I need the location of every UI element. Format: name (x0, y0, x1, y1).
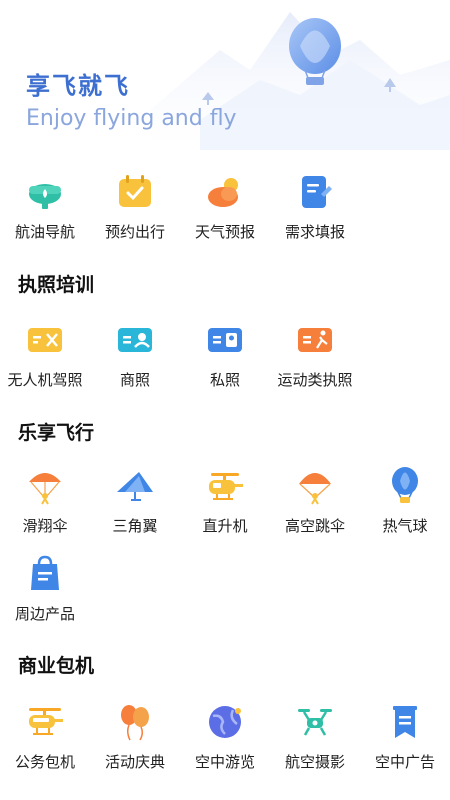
fuel-drop-icon (29, 184, 61, 209)
item-hot-air-balloon[interactable]: 热气球 (360, 466, 450, 536)
quick-action-demand-form[interactable]: 需求填报 (270, 172, 360, 242)
form-edit-icon (302, 176, 332, 208)
item-label: 无人机驾照 (7, 371, 83, 389)
camera-drone-icon (298, 709, 332, 736)
drone-license-icon (28, 328, 62, 352)
item-label: 高空跳伞 (284, 517, 345, 535)
helicopter-icon (209, 473, 243, 500)
quick-action-label: 天气预报 (194, 223, 255, 241)
item-label: 直升机 (202, 517, 248, 535)
banner-ad-icon (393, 706, 417, 738)
business-helicopter-icon (29, 708, 63, 735)
hero-banner: 享飞就飞 Enjoy flying and fly (0, 0, 450, 150)
section-title-enjoy-flying: 乐享飞行 (18, 422, 95, 444)
item-paraglider[interactable]: 滑翔伞 (0, 466, 90, 536)
item-hang-glider[interactable]: 三角翼 (90, 466, 180, 536)
item-label: 滑翔伞 (22, 517, 68, 535)
section-title-business-charter: 商业包机 (18, 655, 95, 677)
weather-sun-cloud-icon (208, 178, 238, 207)
item-label: 周边产品 (14, 605, 75, 623)
item-aerial-advertising[interactable]: 空中广告 (360, 702, 450, 772)
item-business-charter[interactable]: 公务包机 (0, 702, 90, 772)
item-air-sightseeing[interactable]: 空中游览 (180, 702, 270, 772)
commercial-license-icon (118, 328, 152, 352)
item-skydiving[interactable]: 高空跳伞 (270, 466, 360, 536)
shopping-bag-icon (31, 555, 59, 590)
item-label: 公务包机 (14, 753, 75, 771)
item-label: 三角翼 (112, 517, 158, 535)
item-event-celebration[interactable]: 活动庆典 (90, 702, 180, 772)
item-helicopter[interactable]: 直升机 (180, 466, 270, 536)
calendar-check-icon (119, 175, 151, 207)
skydiving-icon (299, 473, 331, 505)
item-sport-license[interactable]: 运动类执照 (270, 320, 360, 390)
sport-license-icon (298, 328, 332, 352)
item-label: 商照 (119, 371, 150, 389)
item-label: 运动类执照 (277, 371, 353, 389)
item-private-license[interactable]: 私照 (180, 320, 270, 390)
hero-subtitle: Enjoy flying and fly (26, 106, 237, 131)
hang-glider-icon (117, 472, 153, 501)
item-merchandise[interactable]: 周边产品 (0, 554, 90, 624)
private-license-icon (208, 328, 242, 352)
section-title-license-training: 执照培训 (18, 274, 95, 296)
item-commercial-license[interactable]: 商照 (90, 320, 180, 390)
quick-action-booking[interactable]: 预约出行 (90, 172, 180, 242)
item-label: 活动庆典 (104, 753, 165, 771)
balloons-icon (121, 705, 149, 741)
item-aerial-photography[interactable]: 航空摄影 (270, 702, 360, 772)
paraglider-icon (29, 473, 61, 505)
item-drone-license[interactable]: 无人机驾照 (0, 320, 90, 390)
globe-icon (209, 706, 241, 738)
quick-action-label: 航油导航 (14, 223, 75, 241)
hot-air-balloon-icon (392, 467, 418, 503)
quick-action-weather[interactable]: 天气预报 (180, 172, 270, 242)
item-label: 私照 (209, 371, 240, 389)
quick-action-label: 需求填报 (284, 223, 345, 241)
hero-title: 享飞就飞 (26, 72, 130, 100)
item-label: 热气球 (382, 517, 428, 535)
quick-action-label: 预约出行 (104, 223, 165, 241)
quick-action-fuel-navigation[interactable]: 航油导航 (0, 172, 90, 242)
item-label: 空中游览 (194, 753, 255, 771)
item-label: 航空摄影 (284, 753, 345, 771)
item-label: 空中广告 (374, 753, 435, 771)
